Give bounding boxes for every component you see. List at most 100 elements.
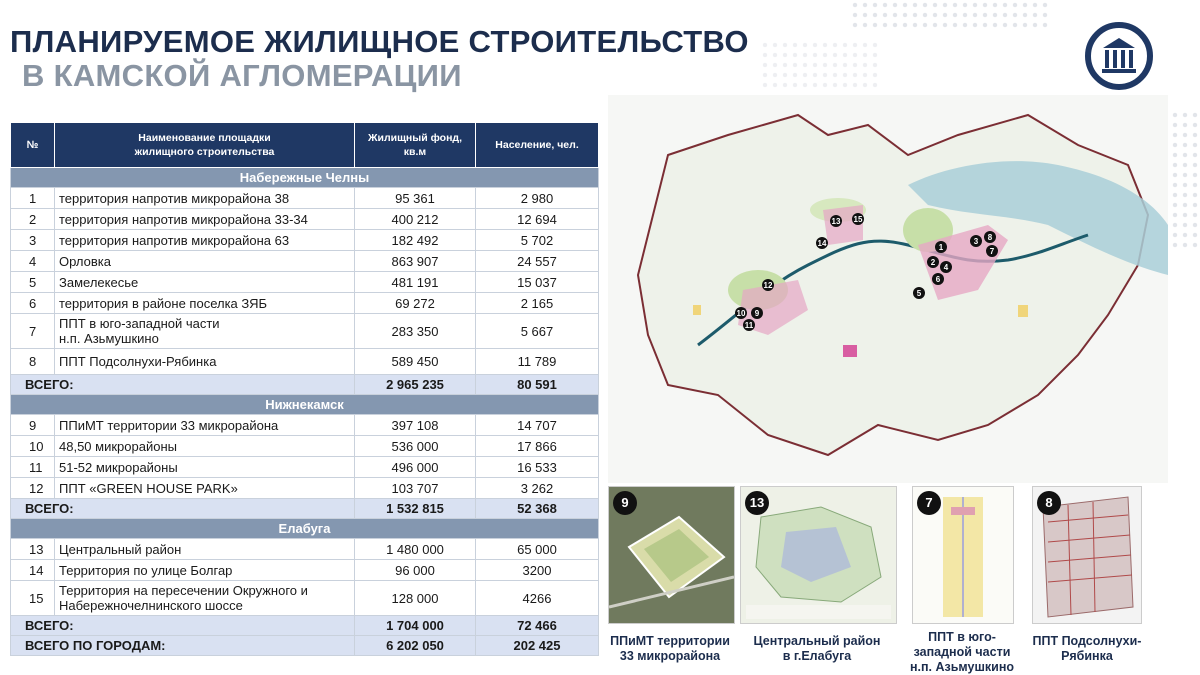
map-marker: 11 [743, 319, 755, 331]
total-pop: 52 368 [475, 498, 599, 519]
grand-total-row: ВСЕГО ПО ГОРОДАМ: 6 202 050 202 425 [10, 635, 599, 656]
row-fund: 481 191 [354, 271, 476, 293]
row-name-line1: ППТ в юго-западной части [59, 316, 220, 331]
header-num: № [10, 122, 55, 168]
row-fund: 496 000 [354, 456, 476, 478]
svg-text:8: 8 [988, 233, 993, 242]
row-fund: 397 108 [354, 414, 476, 436]
svg-text:15: 15 [854, 215, 863, 224]
row-fund: 182 492 [354, 229, 476, 251]
row-pop: 16 533 [475, 456, 599, 478]
row-name: Орловка [54, 250, 355, 272]
table-row: 7 ППТ в юго-западной части н.п. Азьмушкино… [10, 313, 599, 349]
row-name-line2: н.п. Азьмушкино [59, 331, 159, 346]
row-pop: 14 707 [475, 414, 599, 436]
row-name: территория напротив микрорайона 33-34 [54, 208, 355, 230]
map-marker: 4 [940, 261, 952, 273]
row-name: ППиМТ территории 33 микрорайона [54, 414, 355, 436]
table-row: 8 ППТ Подсолнухи-Рябинка 589 450 11 789 [10, 348, 599, 375]
row-fund: 1 480 000 [354, 538, 476, 560]
map-marker: 2 [927, 256, 939, 268]
row-fund: 103 707 [354, 477, 476, 499]
row-name-line2: Набережночелнинского шоссе [59, 598, 243, 613]
grand-total-label: ВСЕГО ПО ГОРОДАМ: [10, 635, 355, 656]
table-row: 3 территория напротив микрорайона 63 182 4… [10, 229, 599, 251]
thumbnail-plan-7: 7 [912, 486, 1014, 624]
row-name: Территория на пересечении Окружного и Наб… [54, 580, 355, 616]
urban-patch [843, 345, 857, 357]
svg-text:6: 6 [936, 275, 941, 284]
thumbnail-caption: Центральный район в г.Елабуга [742, 634, 892, 664]
row-pop: 3 262 [475, 477, 599, 499]
row-num: 15 [10, 580, 55, 616]
page-title: ПЛАНИРУЕМОЕ ЖИЛИЩНОЕ СТРОИТЕЛЬСТВО [10, 24, 749, 59]
row-fund: 69 272 [354, 292, 476, 314]
city-row: Елабуга [10, 518, 599, 539]
row-num: 8 [10, 348, 55, 375]
svg-text:2: 2 [931, 258, 936, 267]
row-pop: 5 702 [475, 229, 599, 251]
row-pop: 15 037 [475, 271, 599, 293]
row-name: 48,50 микрорайоны [54, 435, 355, 457]
header-name-line1: Наименование площадки [138, 132, 271, 144]
row-num: 2 [10, 208, 55, 230]
total-fund: 1 704 000 [354, 615, 476, 636]
row-name: Центральный район [54, 538, 355, 560]
svg-text:14: 14 [818, 239, 827, 248]
map-marker: 8 [984, 231, 996, 243]
city-name: Набережные Челны [10, 167, 599, 188]
map-marker: 6 [932, 273, 944, 285]
decorative-dots-top [850, 0, 1050, 30]
row-pop: 2 165 [475, 292, 599, 314]
thumbnail-badge: 7 [917, 491, 941, 515]
grand-total-pop: 202 425 [475, 635, 599, 656]
total-fund: 2 965 235 [354, 374, 476, 395]
urban-area-elabuga [823, 205, 863, 245]
page-subtitle: В КАМСКОЙ АГЛОМЕРАЦИИ [22, 58, 462, 93]
row-num: 9 [10, 414, 55, 436]
thumbnail-caption: ППТ в юго- западной части н.п. Азьмушкин… [897, 630, 1027, 675]
row-num: 7 [10, 313, 55, 349]
caption-line1: Центральный район [753, 634, 881, 648]
map-marker: 3 [970, 235, 982, 247]
row-fund: 400 212 [354, 208, 476, 230]
table-row: 13 Центральный район 1 480 000 65 000 [10, 538, 599, 560]
total-pop: 80 591 [475, 374, 599, 395]
svg-text:9: 9 [755, 309, 760, 318]
header-fund: Жилищный фонд, кв.м [354, 122, 476, 168]
map-marker: 9 [751, 307, 763, 319]
map-marker: 5 [913, 287, 925, 299]
caption-line2: 33 микрорайона [619, 649, 721, 663]
row-name: ППТ в юго-западной части н.п. Азьмушкино [54, 313, 355, 349]
total-row: ВСЕГО: 1 704 000 72 466 [10, 615, 599, 636]
table-row: 14 Территория по улице Болгар 96 000 3200 [10, 559, 599, 581]
svg-text:1: 1 [939, 243, 944, 252]
thumbnail-plan-9: 9 [608, 486, 735, 624]
caption-line2: Рябинка [1061, 649, 1113, 663]
map-marker: 1 [935, 241, 947, 253]
row-pop: 3200 [475, 559, 599, 581]
row-pop: 12 694 [475, 208, 599, 230]
thumbnail-plan-13: 13 [740, 486, 897, 624]
svg-text:3: 3 [974, 237, 979, 246]
table-row: 4 Орловка 863 907 24 557 [10, 250, 599, 272]
table-row: 11 51-52 микрорайоны 496 000 16 533 [10, 456, 599, 478]
row-name-line1: Территория на пересечении Окружного и [59, 583, 308, 598]
row-num: 11 [10, 456, 55, 478]
map-marker: 15 [852, 213, 864, 225]
svg-text:11: 11 [745, 321, 754, 330]
table-row: 10 48,50 микрорайоны 536 000 17 866 [10, 435, 599, 457]
map-marker: 13 [830, 215, 842, 227]
row-num: 6 [10, 292, 55, 314]
urban-patch [1018, 305, 1028, 317]
header-fund-line1: Жилищный фонд, [368, 132, 462, 144]
total-label: ВСЕГО: [10, 615, 355, 636]
table-row: 2 территория напротив микрорайона 33-34 40… [10, 208, 599, 230]
caption-line2: в г.Елабуга [782, 649, 852, 663]
map-marker: 10 [735, 307, 747, 319]
row-pop: 17 866 [475, 435, 599, 457]
city-row: Нижнекамск [10, 394, 599, 415]
row-name: территория напротив микрорайона 63 [54, 229, 355, 251]
row-pop: 4266 [475, 580, 599, 616]
map-marker: 7 [986, 245, 998, 257]
